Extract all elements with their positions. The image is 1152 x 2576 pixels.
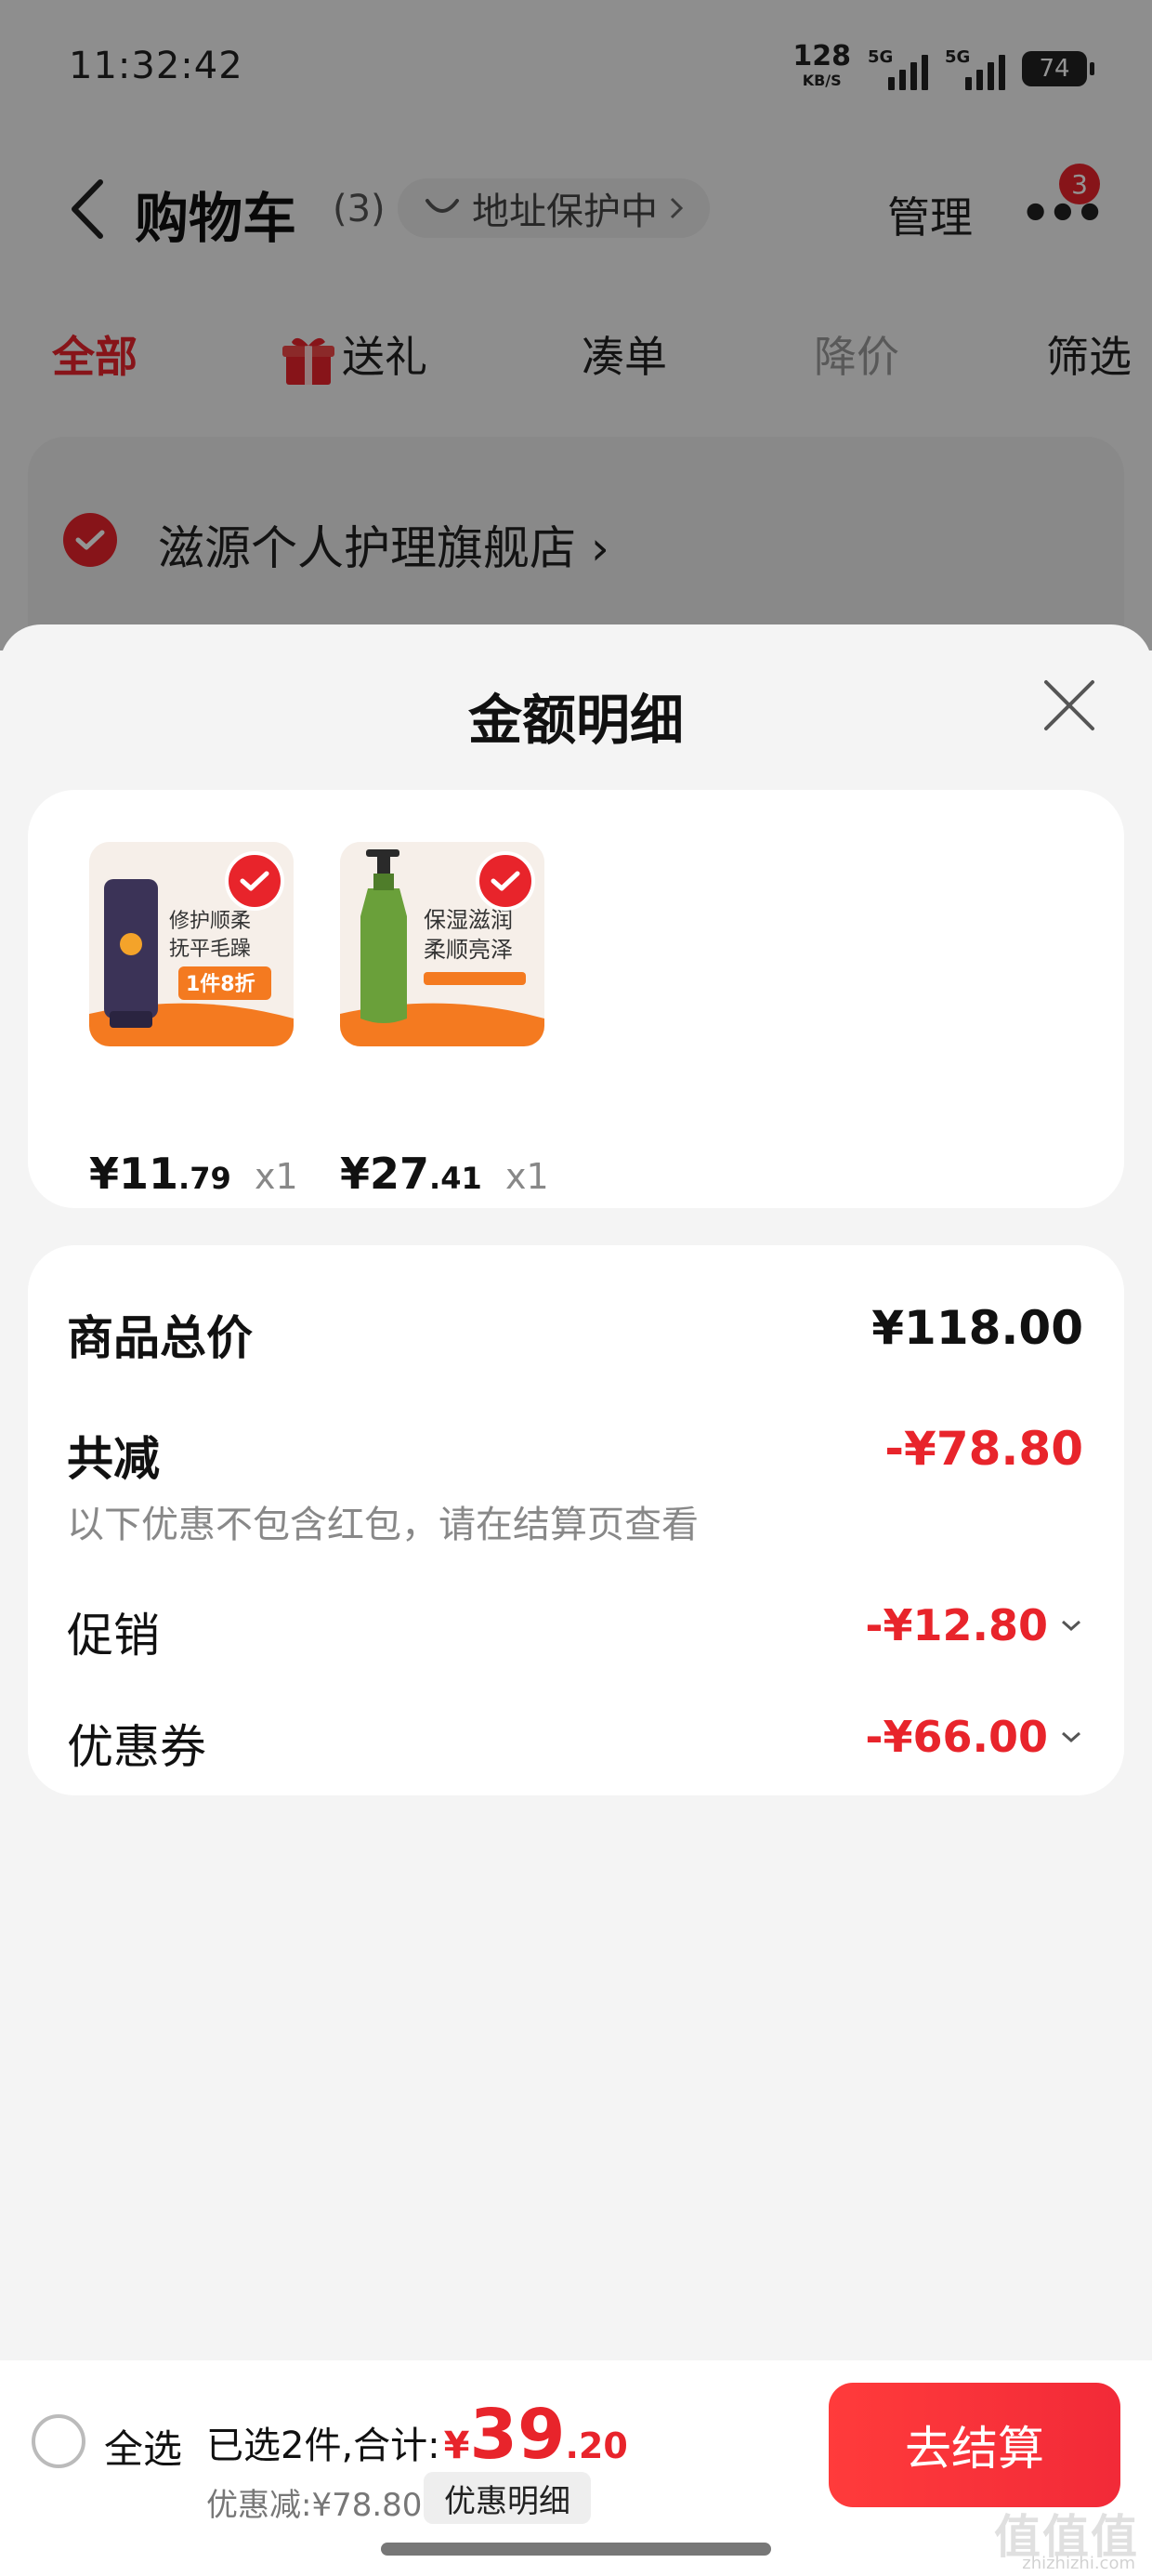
chevron-down-icon xyxy=(1062,1620,1080,1632)
total-price-label: 商品总价 xyxy=(67,1311,253,1365)
coupon-value: -¥66.00 xyxy=(865,1712,1048,1762)
product-checkbox[interactable] xyxy=(225,851,284,911)
amount-detail-sheet: 金额明细 修护顺柔 抚平毛躁 1件8折 ¥11.79 x1 保湿滋润 柔顺亮泽 … xyxy=(0,624,1152,2362)
chevron-down-icon xyxy=(1062,1731,1080,1743)
product-quantity: x1 xyxy=(505,1156,549,1197)
checkout-bar: 全选 已选2件,合计: ¥ 39 .20 优惠减:¥78.80 优惠明细 去结算… xyxy=(0,2360,1152,2576)
select-all-checkbox[interactable] xyxy=(32,2414,85,2468)
product-image: 保湿滋润 柔顺亮泽 xyxy=(340,842,544,1046)
product-checkbox[interactable] xyxy=(476,851,535,911)
selected-total: 已选2件,合计: ¥ 39 .20 xyxy=(206,2395,628,2475)
svg-text:修护顺柔: 修护顺柔 xyxy=(169,910,251,933)
selected-count-text: 已选2件,合计: xyxy=(206,2425,440,2467)
product-quantity: x1 xyxy=(255,1156,298,1197)
price-summary-card: 商品总价 ¥118.00 共减 -¥78.80 以下优惠不包含红包，请在结算页查… xyxy=(28,1245,1124,1795)
svg-text:保湿滋润: 保湿滋润 xyxy=(424,907,513,933)
overlay-dim[interactable] xyxy=(0,0,1152,651)
select-all-label[interactable]: 全选 xyxy=(104,2418,182,2475)
promotion-row-toggle[interactable]: -¥12.80 xyxy=(865,1600,1083,1650)
total-currency: ¥ xyxy=(443,2425,470,2467)
promotion-label: 促销 xyxy=(67,1609,160,1663)
promotion-value: -¥12.80 xyxy=(865,1600,1048,1650)
close-icon[interactable] xyxy=(1041,677,1098,734)
products-card: 修护顺柔 抚平毛躁 1件8折 ¥11.79 x1 保湿滋润 柔顺亮泽 ¥27.4… xyxy=(28,790,1124,1208)
product-image: 修护顺柔 抚平毛躁 1件8折 xyxy=(89,842,294,1046)
product-item[interactable]: 修护顺柔 抚平毛躁 1件8折 ¥11.79 x1 xyxy=(89,842,303,1199)
product-item[interactable]: 保湿滋润 柔顺亮泽 ¥27.41 x1 xyxy=(340,842,554,1199)
home-indicator[interactable] xyxy=(381,2543,771,2556)
checkout-button[interactable]: 去结算 xyxy=(829,2383,1120,2507)
total-price-value: ¥118.00 xyxy=(871,1301,1083,1355)
watermark-url: zhizhizhi.com xyxy=(1022,2554,1135,2573)
total-amount-integer: 39 xyxy=(469,2395,566,2475)
total-amount-decimal: .20 xyxy=(565,2425,628,2466)
sheet-title: 金额明细 xyxy=(467,689,684,752)
check-icon xyxy=(240,871,269,891)
coupon-label: 优惠券 xyxy=(67,1720,206,1774)
svg-text:柔顺亮泽: 柔顺亮泽 xyxy=(424,937,513,963)
svg-text:1件8折: 1件8折 xyxy=(186,973,255,996)
check-icon xyxy=(491,871,520,891)
discount-summary: 优惠减:¥78.80 xyxy=(206,2487,423,2524)
discount-detail-button[interactable]: 优惠明细 xyxy=(424,2472,591,2524)
total-reduction-value: -¥78.80 xyxy=(884,1422,1083,1476)
cart-page-background: 11:32:42 128 KB/S 5G 5G 74 购物车 (3) 地址保护中… xyxy=(0,0,1152,716)
product-price: ¥11.79 xyxy=(89,1149,231,1199)
coupon-row-toggle[interactable]: -¥66.00 xyxy=(865,1712,1083,1762)
discount-note: 以下优惠不包含红包，请在结算页查看 xyxy=(67,1504,699,1546)
svg-text:抚平毛躁: 抚平毛躁 xyxy=(169,938,251,961)
product-price: ¥27.41 xyxy=(340,1149,482,1199)
total-reduction-label: 共减 xyxy=(67,1432,160,1486)
